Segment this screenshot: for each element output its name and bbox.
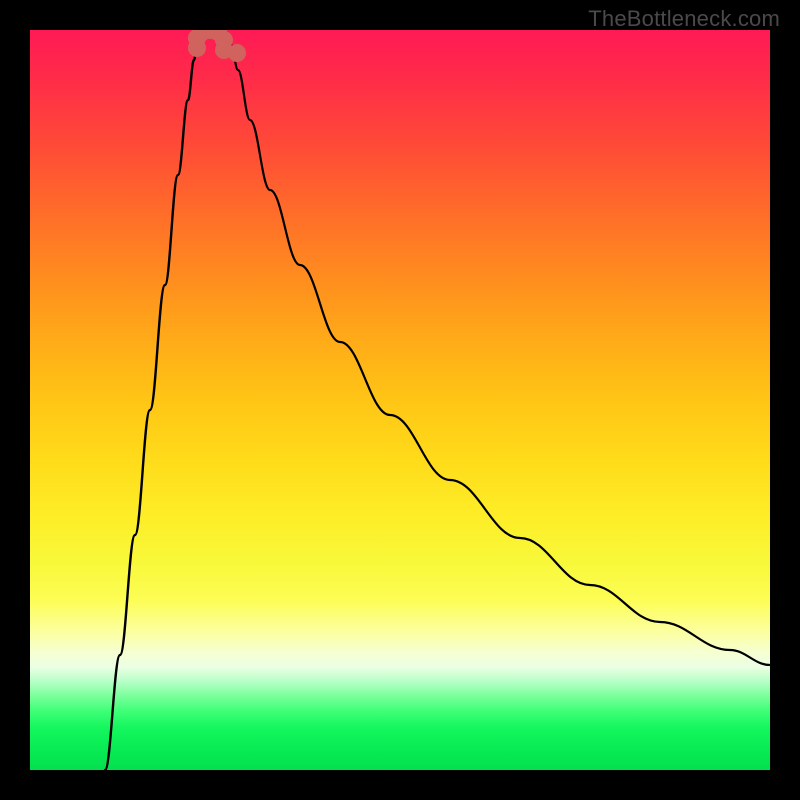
brand-watermark: TheBottleneck.com <box>588 6 780 32</box>
plot-area <box>30 30 770 770</box>
valley-marker <box>228 44 246 62</box>
chart-frame: TheBottleneck.com <box>0 0 800 800</box>
curve-layer <box>30 30 770 770</box>
right-branch-curve <box>231 45 770 665</box>
valley-markers <box>188 30 246 62</box>
left-branch-curve <box>105 45 197 770</box>
